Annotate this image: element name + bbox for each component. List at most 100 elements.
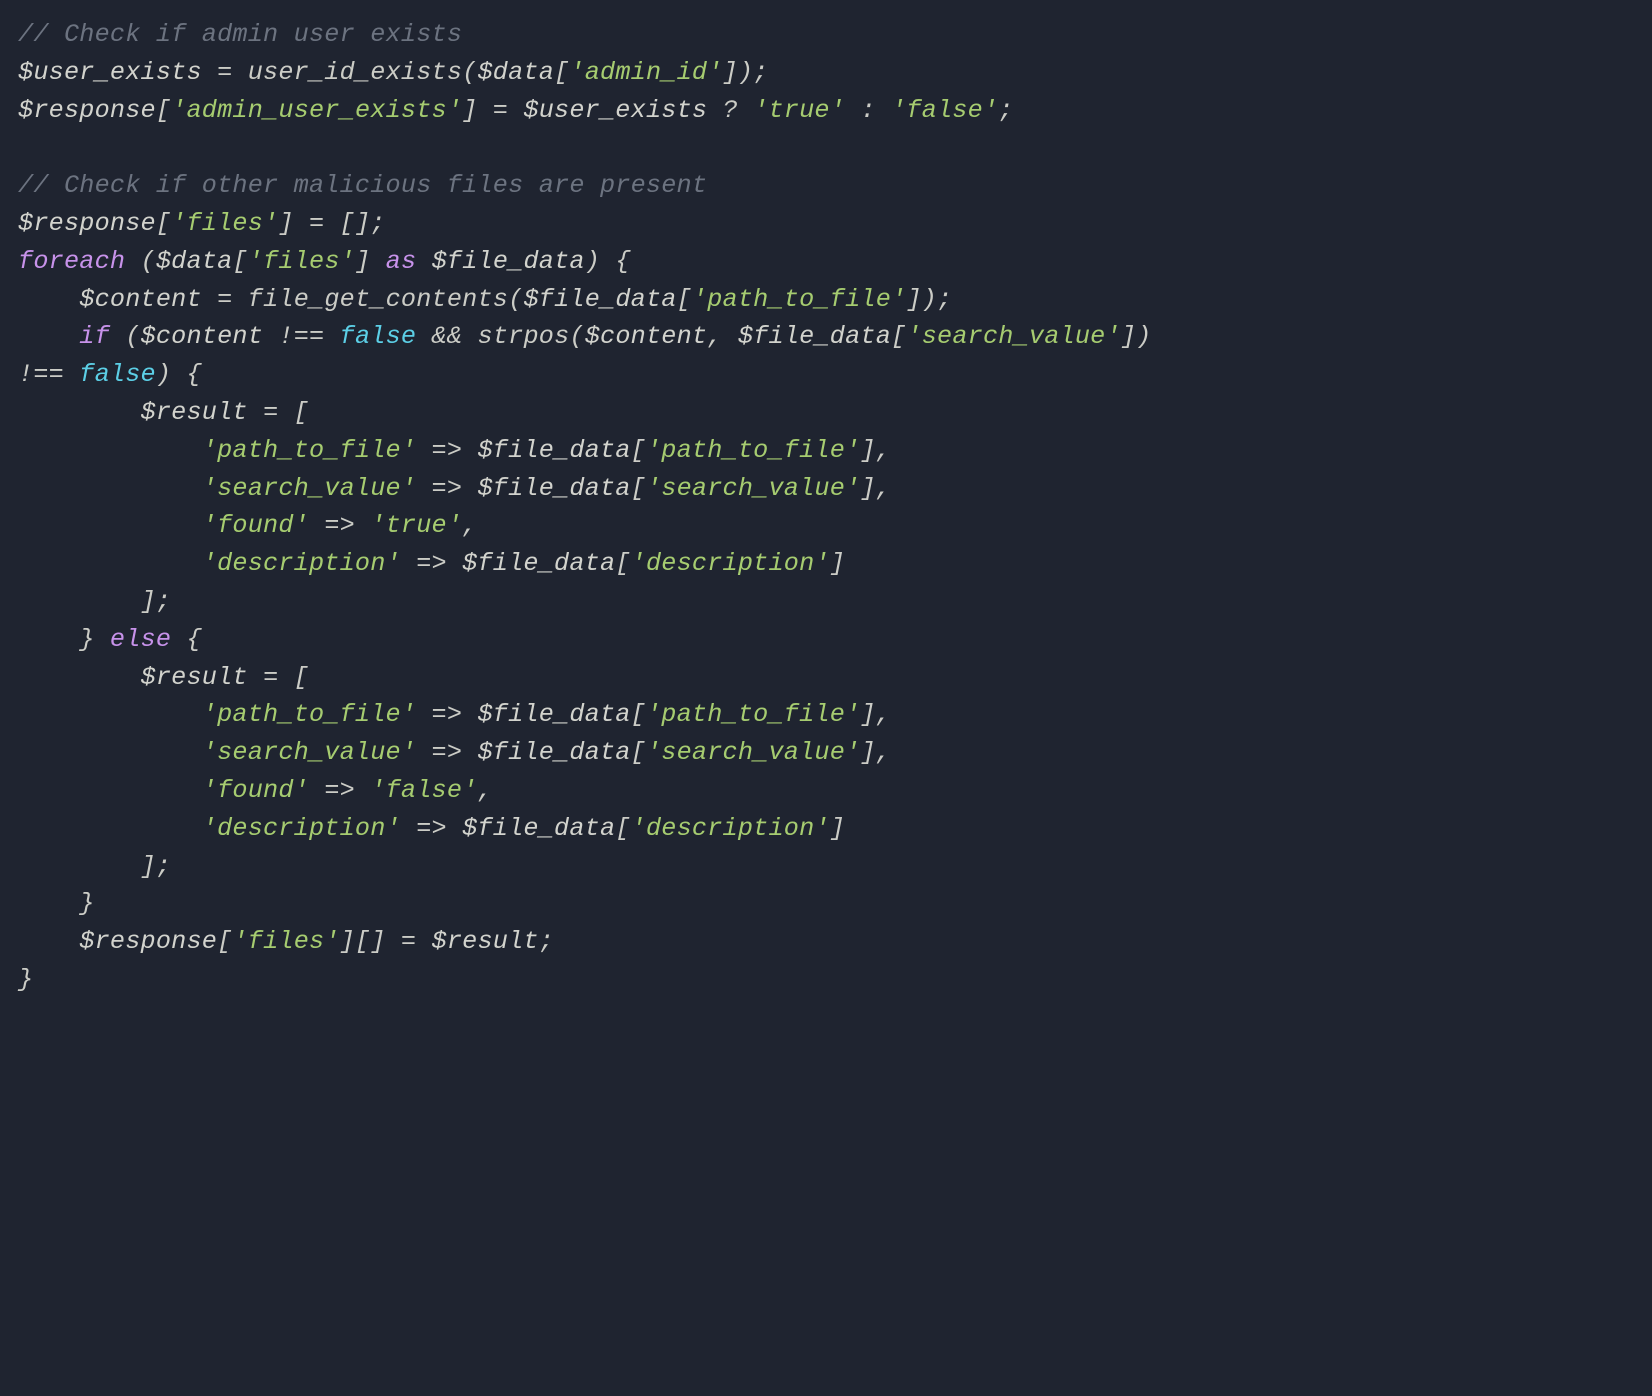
code-token: [ [631, 700, 646, 729]
code-token: file_get_contents [248, 285, 508, 314]
code-token: { [171, 625, 202, 654]
code-token: [ [615, 549, 630, 578]
code-token: [ [217, 927, 232, 956]
code-token: ] [830, 549, 845, 578]
code-token [18, 549, 202, 578]
code-token: $content [585, 322, 708, 351]
code-token: 'description' [202, 814, 401, 843]
code-token: $result [432, 927, 539, 956]
code-token: 'false' [891, 96, 998, 125]
code-token: } [18, 965, 33, 994]
code-token [18, 285, 79, 314]
code-token: foreach [18, 247, 125, 276]
code-token: $file_data [477, 738, 630, 767]
code-token: } [18, 625, 110, 654]
code-token [18, 511, 202, 540]
code-token: $response [18, 96, 156, 125]
code-token: strpos [478, 322, 570, 351]
code-token: ], [860, 436, 891, 465]
code-token: if [79, 322, 110, 351]
code-token: , [707, 322, 738, 351]
code-token: => [309, 776, 370, 805]
code-token [18, 474, 202, 503]
code-token: 'true' [370, 511, 462, 540]
code-token: 'search_value' [646, 738, 860, 767]
code-token: [ [891, 322, 906, 351]
code-token: ; [539, 927, 554, 956]
code-token: $file_data [477, 700, 630, 729]
code-token: 'found' [202, 776, 309, 805]
code-token: 'description' [631, 549, 830, 578]
code-token: 'description' [202, 549, 401, 578]
code-token [18, 663, 141, 692]
code-token: 'path_to_file' [202, 436, 416, 465]
code-token: $file_data [462, 814, 615, 843]
code-token: 'path_to_file' [202, 700, 416, 729]
code-token [18, 927, 79, 956]
code-token: , [477, 776, 492, 805]
code-token: 'admin_id' [569, 58, 722, 87]
code-token: ] = [462, 96, 523, 125]
code-token: // Check if other malicious files are pr… [18, 171, 707, 200]
code-token: ( [508, 285, 523, 314]
code-token: ? [707, 96, 753, 125]
code-block[interactable]: // Check if admin user exists $user_exis… [0, 0, 1652, 1017]
code-token: ]; [18, 587, 171, 616]
code-token [18, 814, 202, 843]
code-token: false [79, 360, 156, 389]
code-token: as [386, 247, 417, 276]
code-token: 'path_to_file' [692, 285, 906, 314]
code-token: ( [125, 247, 156, 276]
code-token: $file_data [523, 285, 676, 314]
code-token: ], [860, 474, 891, 503]
code-token: 'path_to_file' [646, 436, 860, 465]
code-token: [ [554, 58, 569, 87]
code-token: ] = []; [278, 209, 385, 238]
code-token: 'path_to_file' [646, 700, 860, 729]
code-token: 'true' [753, 96, 845, 125]
code-token: 'files' [232, 927, 339, 956]
code-token: = [ [248, 398, 309, 427]
code-token: $user_exists [523, 96, 707, 125]
code-token: => [401, 814, 462, 843]
code-token [18, 700, 202, 729]
code-token: => [416, 436, 477, 465]
code-token: !== [18, 360, 79, 389]
code-token: [ [615, 814, 630, 843]
code-token: $file_data [462, 549, 615, 578]
code-token: $result [141, 398, 248, 427]
code-token: : [845, 96, 891, 125]
code-token: => [416, 700, 477, 729]
code-token: ; [998, 96, 1013, 125]
code-token: $result [141, 663, 248, 692]
code-token: $content [141, 322, 264, 351]
code-token: [ [232, 247, 247, 276]
code-token: ]); [906, 285, 952, 314]
code-token: ( [462, 58, 477, 87]
code-token [18, 776, 202, 805]
code-token: ]); [723, 58, 769, 87]
code-token: => [401, 549, 462, 578]
code-token: 'search_value' [646, 474, 860, 503]
code-token: $content [79, 285, 202, 314]
code-token: = [202, 58, 248, 87]
code-token: // Check if admin user exists [18, 20, 462, 49]
code-token: else [110, 625, 171, 654]
code-token [18, 322, 79, 351]
code-token: [ [156, 209, 171, 238]
code-token: , [462, 511, 477, 540]
code-token [18, 738, 202, 767]
code-token: 'found' [202, 511, 309, 540]
code-token: !== [263, 322, 340, 351]
code-token [416, 247, 431, 276]
code-token: } [18, 889, 95, 918]
code-token: [ [156, 96, 171, 125]
code-token: ]) [1121, 322, 1167, 351]
code-token: $data [477, 58, 554, 87]
code-token: && [416, 322, 477, 351]
code-token: 'search_value' [202, 474, 416, 503]
code-token: $file_data [477, 436, 630, 465]
code-token: => [309, 511, 370, 540]
code-token: ]; [18, 852, 171, 881]
code-token: = [202, 285, 248, 314]
